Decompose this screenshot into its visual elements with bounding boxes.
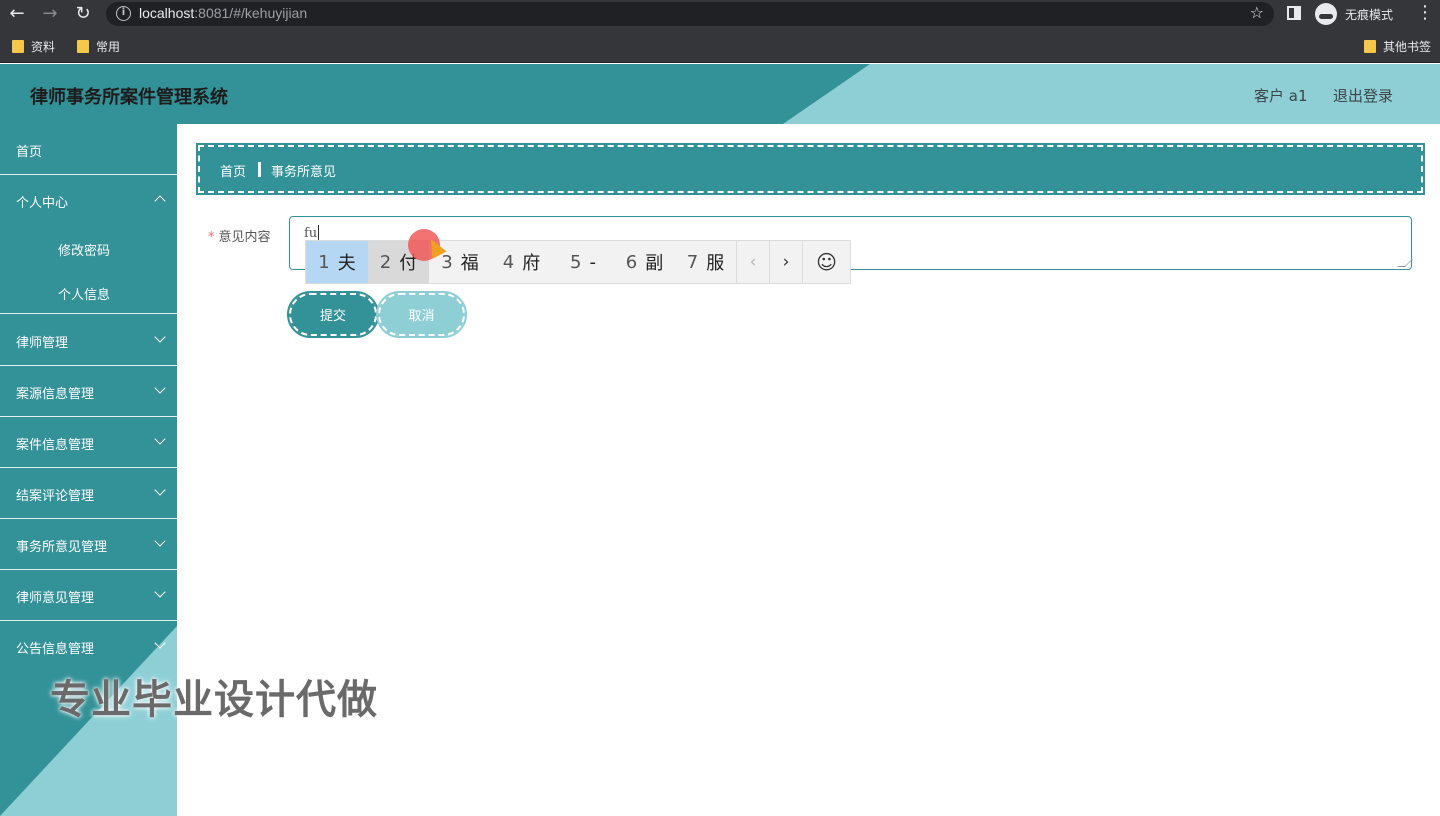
bookmark-label: 常用	[96, 40, 121, 54]
sidebar-item-lawyer-management[interactable]: 律师管理	[0, 315, 177, 366]
ime-candidate-number: 1	[318, 251, 330, 273]
side-panel-icon[interactable]	[1287, 6, 1301, 20]
chevron-down-icon	[154, 637, 166, 649]
required-mark: *	[208, 230, 215, 245]
ime-candidate-number: 4	[502, 251, 515, 273]
bookmark-label: 其他书签	[1383, 40, 1432, 54]
chevron-down-icon	[154, 331, 166, 343]
sidebar-item-label: 结案评论管理	[16, 489, 95, 504]
other-bookmarks[interactable]: 其他书签	[1364, 38, 1431, 55]
feedback-content-label: * 意见内容	[208, 226, 271, 245]
folder-icon	[12, 40, 24, 53]
bookmark-folder[interactable]: 常用	[77, 38, 120, 55]
sidebar-item-lawyer-feedback[interactable]: 律师意见管理	[0, 570, 177, 621]
bookmarks-bar: 资料 常用 其他书签	[0, 28, 1440, 63]
app-header: 律师事务所案件管理系统 客户 a1 退出登录	[0, 64, 1440, 124]
sidebar-item-label: 案源信息管理	[16, 387, 95, 402]
sidebar-item-label: 公告信息管理	[16, 642, 95, 657]
reload-icon[interactable]: ↻	[72, 3, 94, 25]
ime-candidate[interactable]: 7服	[675, 241, 736, 283]
folder-icon	[1364, 40, 1376, 53]
sidebar-item-case-review[interactable]: 结案评论管理	[0, 468, 177, 519]
user-label: 客户 a1	[1254, 87, 1308, 105]
ime-candidate-text: 夫	[337, 253, 356, 274]
sidebar-item-home[interactable]: 首页	[0, 124, 177, 175]
ime-candidate-bar: 1夫 2付 3福 4府 5- 6副 7服 ‹ › ☺	[305, 240, 851, 284]
sidebar-item-case-source[interactable]: 案源信息管理	[0, 366, 177, 417]
field-label-text: 意见内容	[218, 230, 271, 245]
sidebar-item-firm-feedback[interactable]: 事务所意见管理	[0, 519, 177, 570]
sidebar-subitem-personal-info[interactable]: 个人信息	[0, 270, 177, 314]
sidebar-subitem-label: 修改密码	[58, 244, 111, 259]
sidebar-item-label: 案件信息管理	[16, 438, 95, 453]
breadcrumb-home[interactable]: 首页	[220, 161, 246, 180]
sidebar-item-label: 首页	[16, 145, 43, 160]
ime-candidate[interactable]: 5-	[552, 241, 614, 283]
ime-prev-page-icon[interactable]: ‹	[736, 241, 769, 283]
sidebar-subitem-change-password[interactable]: 修改密码	[0, 226, 177, 270]
ime-candidate[interactable]: 1夫	[306, 241, 368, 283]
chevron-down-icon	[154, 484, 166, 496]
ime-candidate[interactable]: 6副	[614, 241, 675, 283]
breadcrumb-current: 事务所意见	[271, 165, 337, 180]
logout-link[interactable]: 退出登录	[1333, 85, 1393, 106]
cancel-button[interactable]: 取消	[376, 291, 467, 338]
browser-toolbar: ← → ↻ i localhost:8081/#/kehuyijian ☆ 无痕…	[0, 0, 1440, 28]
bookmark-folder[interactable]: 资料	[12, 38, 55, 55]
folder-icon	[77, 40, 89, 53]
incognito-icon[interactable]	[1315, 3, 1337, 25]
chevron-down-icon	[154, 535, 166, 547]
bookmark-star-icon[interactable]: ☆	[1250, 3, 1264, 22]
ime-candidate-text: 副	[645, 253, 664, 274]
sidebar-subitem-label: 个人信息	[58, 288, 111, 303]
ime-candidate-number: 2	[379, 251, 392, 273]
chevron-down-icon	[154, 586, 166, 598]
app-title: 律师事务所案件管理系统	[30, 87, 228, 108]
ime-next-page-icon[interactable]: ›	[769, 241, 802, 283]
ime-candidate-number: 3	[441, 251, 453, 273]
chevron-down-icon	[154, 433, 166, 445]
sidebar-item-label: 律师管理	[16, 336, 69, 351]
chevron-up-icon	[154, 195, 166, 207]
resize-grip-icon[interactable]	[1397, 259, 1413, 267]
url-text[interactable]: localhost:8081/#/kehuyijian	[139, 5, 307, 21]
ime-candidate-text: 服	[706, 253, 725, 274]
sidebar-item-label: 个人中心	[16, 196, 69, 211]
ime-emoji-icon[interactable]: ☺	[802, 241, 850, 283]
url-path: :8081/#/kehuyijian	[194, 5, 308, 21]
ime-candidate-number: 7	[686, 251, 699, 273]
ime-candidate[interactable]: 4府	[491, 241, 552, 283]
browser-menu-icon[interactable]: ⋮	[1416, 2, 1434, 23]
sidebar-item-case-info[interactable]: 案件信息管理	[0, 417, 177, 468]
ime-candidate-number: 6	[625, 251, 638, 273]
textarea-value: fu	[304, 226, 318, 241]
forward-arrow-icon[interactable]: →	[39, 3, 61, 25]
breadcrumb-separator	[258, 162, 261, 177]
breadcrumb: 首页 事务所意见	[196, 143, 1425, 195]
ime-candidate-number: 5	[570, 251, 582, 273]
ime-candidate-text: 府	[522, 253, 541, 274]
chevron-down-icon	[154, 382, 166, 394]
submit-button[interactable]: 提交	[287, 291, 379, 338]
sidebar-item-announcements[interactable]: 公告信息管理	[0, 621, 177, 672]
sidebar-item-label: 事务所意见管理	[16, 540, 108, 555]
address-bar[interactable]: i localhost:8081/#/kehuyijian ☆	[106, 2, 1274, 26]
incognito-label: 无痕模式	[1345, 8, 1394, 22]
back-arrow-icon[interactable]: ←	[6, 3, 28, 25]
url-host: localhost	[139, 5, 195, 21]
sidebar-item-label: 律师意见管理	[16, 591, 95, 606]
site-info-icon[interactable]: i	[116, 6, 131, 21]
watermark-text: 专业毕业设计代做	[50, 677, 378, 723]
bookmark-label: 资料	[31, 40, 56, 54]
sidebar-item-personal-center[interactable]: 个人中心	[0, 175, 177, 226]
ime-candidate-text: 福	[460, 253, 479, 274]
ime-candidate-text: -	[589, 251, 596, 273]
